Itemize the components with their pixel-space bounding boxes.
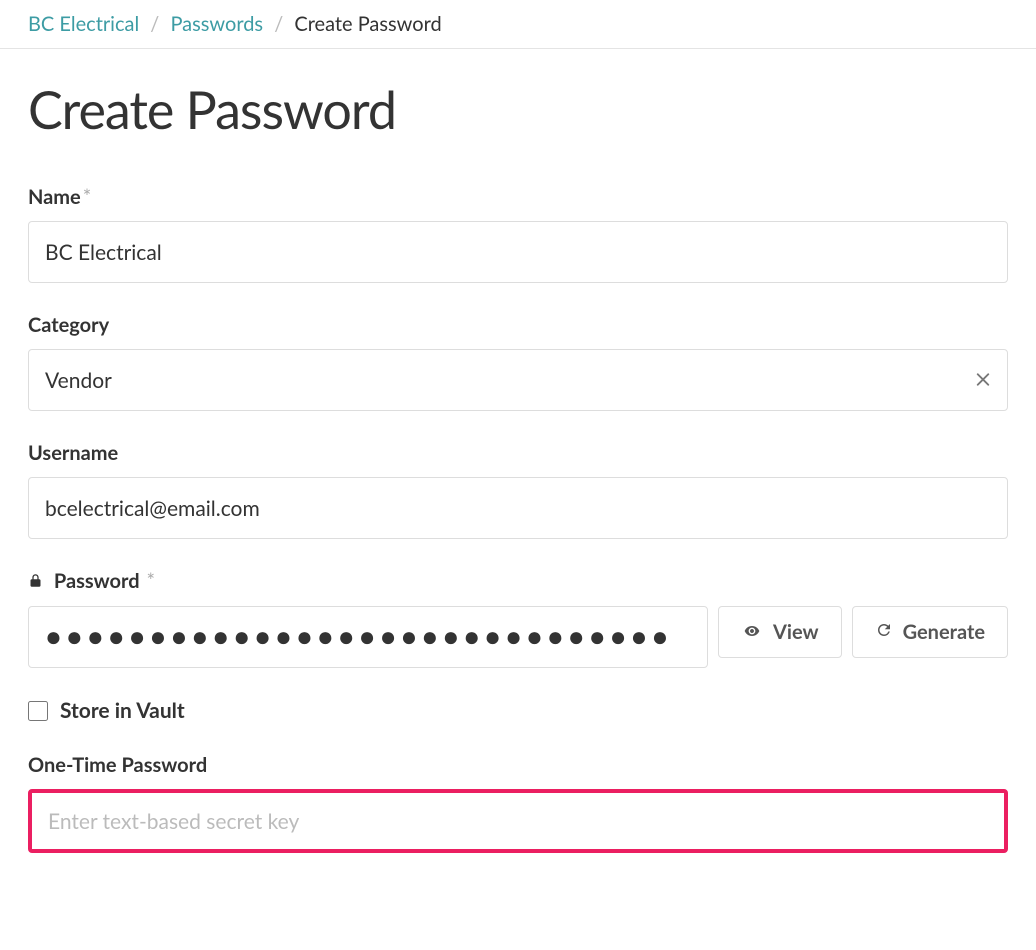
store-vault-label[interactable]: Store in Vault bbox=[60, 698, 185, 723]
username-input[interactable] bbox=[28, 477, 1008, 539]
breadcrumb-link-company[interactable]: BC Electrical bbox=[28, 12, 139, 36]
field-group-username: Username bbox=[28, 441, 1008, 539]
category-select[interactable] bbox=[28, 349, 1008, 411]
username-label: Username bbox=[28, 441, 1008, 465]
password-input[interactable] bbox=[28, 606, 708, 668]
field-group-otp: One-Time Password bbox=[28, 753, 1008, 853]
required-indicator: * bbox=[83, 185, 92, 209]
category-select-wrap bbox=[28, 349, 1008, 411]
field-group-category: Category bbox=[28, 313, 1008, 411]
refresh-icon bbox=[875, 620, 893, 644]
password-label-text: Password bbox=[54, 569, 140, 593]
breadcrumb: BC Electrical / Passwords / Create Passw… bbox=[0, 0, 1036, 49]
breadcrumb-separator: / bbox=[150, 12, 159, 36]
breadcrumb-link-passwords[interactable]: Passwords bbox=[170, 12, 263, 36]
view-button-label: View bbox=[773, 620, 819, 644]
store-vault-row: Store in Vault bbox=[28, 698, 1008, 723]
breadcrumb-separator: / bbox=[274, 12, 283, 36]
breadcrumb-current: Create Password bbox=[294, 12, 441, 36]
name-label-text: Name bbox=[28, 185, 81, 209]
field-group-name: Name* bbox=[28, 185, 1008, 283]
name-label: Name* bbox=[28, 185, 1008, 209]
generate-button[interactable]: Generate bbox=[852, 606, 1008, 658]
required-indicator: * bbox=[146, 569, 155, 593]
clear-icon[interactable] bbox=[974, 366, 992, 395]
password-row: View Generate bbox=[28, 606, 1008, 668]
generate-button-label: Generate bbox=[903, 620, 985, 644]
page-title: Create Password bbox=[28, 79, 1008, 141]
eye-icon bbox=[741, 620, 763, 644]
field-group-password: Password * View Generate bbox=[28, 569, 1008, 668]
otp-label: One-Time Password bbox=[28, 753, 1008, 777]
name-input[interactable] bbox=[28, 221, 1008, 283]
password-label: Password * bbox=[28, 569, 1008, 594]
lock-icon bbox=[28, 570, 43, 594]
category-label: Category bbox=[28, 313, 1008, 337]
store-vault-checkbox[interactable] bbox=[28, 701, 48, 721]
view-button[interactable]: View bbox=[718, 606, 842, 658]
otp-input[interactable] bbox=[32, 793, 1004, 849]
otp-highlight bbox=[28, 789, 1008, 853]
